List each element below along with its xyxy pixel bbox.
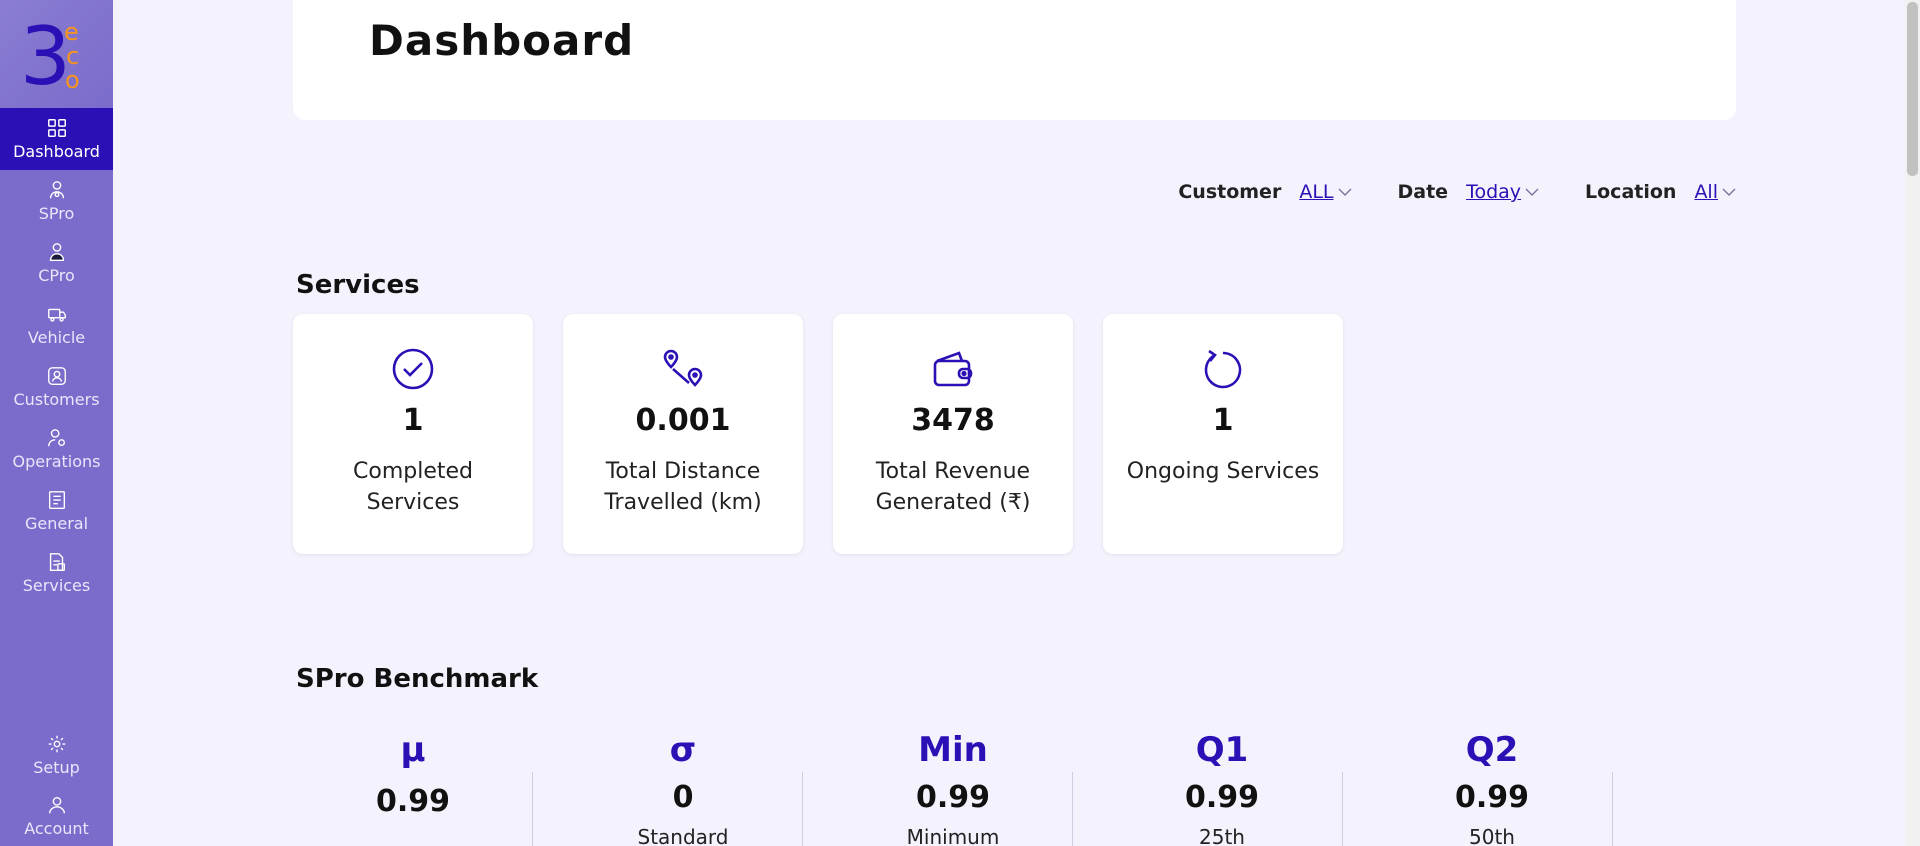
stat-card-total-revenue[interactable]: 3478 Total Revenue Generated (₹): [833, 314, 1073, 554]
brand-logo-icon: 3 e c o: [20, 14, 80, 90]
filters-bar: Customer ALL Date Today Location All: [1132, 181, 1736, 203]
date-filter-select[interactable]: Today: [1466, 181, 1521, 203]
chevron-down-icon[interactable]: [1525, 187, 1539, 197]
benchmark-q1: Q1 0.99 25th: [1087, 730, 1357, 846]
date-filter: Date Today: [1398, 181, 1540, 203]
benchmark-subtext: 50th: [1469, 825, 1515, 846]
gear-icon: [48, 735, 65, 752]
stat-label: Total Revenue Generated (₹): [875, 459, 1031, 515]
benchmark-mean: μ 0.99: [278, 730, 548, 846]
sidebar-item-dashboard[interactable]: Dashboard: [0, 108, 113, 170]
benchmark-symbol: σ: [669, 730, 697, 770]
stat-value: 1: [1212, 403, 1234, 438]
services-icon: [49, 553, 65, 571]
benchmark-divider: [802, 772, 803, 846]
sidebar-item-label: CPro: [38, 266, 75, 285]
sidebar-item-label: Dashboard: [13, 142, 100, 161]
benchmark-subtext: 25th: [1199, 825, 1245, 846]
spro-icon: [49, 181, 64, 199]
benchmark-symbol: Q1: [1195, 730, 1249, 770]
benchmark-value: 0.99: [1454, 780, 1530, 815]
benchmark-symbol: Q2: [1465, 730, 1519, 770]
sidebar-item-label: Operations: [12, 452, 101, 471]
customer-filter-select[interactable]: ALL: [1299, 181, 1333, 203]
sidebar-item-services[interactable]: Services: [0, 542, 113, 604]
stat-label: Ongoing Services: [1126, 459, 1320, 484]
sidebar-item-cpro[interactable]: CPro: [0, 232, 113, 294]
benchmark-value: 0.99: [915, 780, 991, 815]
stat-value: 0.001: [635, 403, 731, 438]
benchmark-section-title: SPro Benchmark: [296, 664, 539, 694]
svg-text:o: o: [65, 66, 80, 90]
customers-icon: [47, 367, 66, 385]
page-title: Dashboard: [369, 16, 635, 65]
location-filter: Location All: [1585, 181, 1736, 203]
benchmark-value: 0.99: [375, 784, 451, 819]
header-card: Dashboard: [293, 0, 1736, 120]
benchmark-symbol: μ: [400, 730, 426, 770]
benchmark-divider: [532, 772, 533, 846]
benchmark-symbol: Min: [918, 730, 988, 770]
stat-card-ongoing-services[interactable]: 1 Ongoing Services: [1103, 314, 1343, 554]
benchmark-min: Min 0.99 Minimum: [818, 730, 1088, 846]
stat-value: 3478: [911, 403, 995, 438]
sidebar-item-spro[interactable]: SPro: [0, 170, 113, 232]
sidebar-item-label: Account: [24, 818, 89, 838]
sidebar-item-label: Setup: [33, 757, 80, 777]
check-circle-icon: [392, 348, 434, 390]
customer-filter-label: Customer: [1178, 181, 1282, 203]
sidebar-item-label: Services: [22, 576, 91, 595]
scrollbar-track[interactable]: [1905, 0, 1920, 846]
sidebar-item-general[interactable]: General: [0, 480, 113, 542]
grid-icon: [47, 119, 66, 137]
services-section-title: Services: [296, 270, 420, 300]
benchmark-q2: Q2 0.99 50th: [1357, 730, 1627, 846]
operations-icon: [47, 429, 65, 447]
sidebar-item-label: Customers: [13, 390, 100, 409]
sidebar-item-account[interactable]: Account: [0, 785, 113, 846]
benchmark-value: 0: [672, 780, 694, 815]
sidebar-item-label: SPro: [38, 204, 75, 223]
benchmark-value: 0.99: [1184, 780, 1260, 815]
location-filter-select[interactable]: All: [1694, 181, 1718, 203]
stat-card-total-distance[interactable]: 0.001 Total Distance Travelled (km): [563, 314, 803, 554]
benchmark-divider: [1342, 772, 1343, 846]
sidebar-item-customers[interactable]: Customers: [0, 356, 113, 418]
chevron-down-icon[interactable]: [1722, 187, 1736, 197]
stat-card-completed-services[interactable]: 1 Completed Services: [293, 314, 533, 554]
cpro-icon: [49, 243, 64, 261]
benchmark-divider: [1612, 772, 1613, 846]
sidebar-bottom: Setup Account: [0, 724, 113, 846]
benchmark-subtext: Minimum: [906, 825, 1000, 846]
account-icon: [48, 796, 65, 813]
stat-label: Completed Services: [353, 459, 473, 515]
stat-value: 1: [402, 403, 424, 438]
chevron-down-icon[interactable]: [1338, 187, 1352, 197]
sidebar-item-label: General: [24, 514, 89, 533]
sidebar: 3 e c o Dashboard SPro CPro Vehicle Cust…: [0, 0, 113, 846]
customer-filter: Customer ALL: [1178, 181, 1351, 203]
date-filter-label: Date: [1397, 181, 1449, 203]
wallet-icon: [933, 351, 973, 387]
benchmark-divider: [1072, 772, 1073, 846]
refresh-icon: [1204, 349, 1242, 389]
route-icon: [663, 349, 703, 387]
location-filter-label: Location: [1585, 181, 1677, 203]
scrollbar-thumb[interactable]: [1907, 2, 1918, 176]
stat-label: Total Distance Travelled (km): [604, 459, 762, 515]
benchmark-stddev: σ 0 Standard: [548, 730, 818, 846]
benchmark-subtext: Standard: [637, 825, 729, 846]
general-icon: [48, 491, 65, 509]
sidebar-item-setup[interactable]: Setup: [0, 724, 113, 785]
logo[interactable]: 3 e c o: [0, 0, 113, 108]
vehicle-icon: [47, 308, 66, 322]
sidebar-item-vehicle[interactable]: Vehicle: [0, 294, 113, 356]
sidebar-item-label: Vehicle: [27, 328, 86, 347]
sidebar-item-operations[interactable]: Operations: [0, 418, 113, 480]
